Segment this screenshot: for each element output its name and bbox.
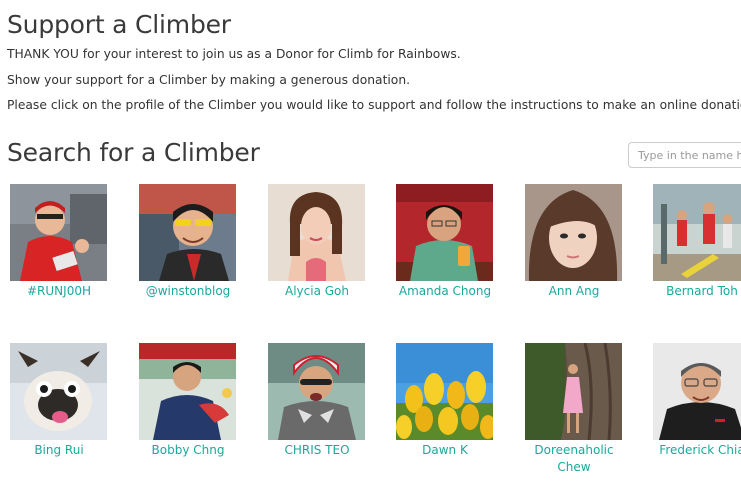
climber-name-link[interactable]: Doreenaholic Chew: [509, 442, 639, 476]
climber-card-dawn-k[interactable]: Dawn K: [396, 343, 493, 459]
climber-name-link[interactable]: Alycia Goh: [252, 283, 382, 300]
climber-photo[interactable]: [10, 184, 107, 281]
climber-card-alycia-goh[interactable]: Alycia Goh: [268, 184, 365, 300]
intro-instructions: Please click on the profile of the Climb…: [7, 98, 741, 112]
climber-card-bobby-chng[interactable]: Bobby Chng: [139, 343, 236, 459]
climber-card-frederick-chia[interactable]: Frederick Chia: [653, 343, 741, 459]
climber-photo[interactable]: [139, 184, 236, 281]
climber-name-link[interactable]: Ann Ang: [509, 283, 639, 300]
climber-photo[interactable]: [268, 343, 365, 440]
search-heading: Search for a Climber: [7, 138, 260, 167]
climber-name-link[interactable]: #RUNJ00H: [0, 283, 124, 300]
climber-card-runjooh[interactable]: #RUNJ00H: [10, 184, 107, 300]
climber-card-ann-ang[interactable]: Ann Ang: [525, 184, 622, 300]
climber-card-chris-teo[interactable]: CHRIS TEO: [268, 343, 365, 459]
intro-thank-you: THANK YOU for your interest to join us a…: [7, 47, 461, 61]
climber-photo[interactable]: [268, 184, 365, 281]
climber-photo[interactable]: [653, 184, 741, 281]
climber-photo[interactable]: [396, 184, 493, 281]
climber-name-link[interactable]: Dawn K: [380, 442, 510, 459]
climber-card-bing-rui[interactable]: Bing Rui: [10, 343, 107, 459]
climber-name-link[interactable]: Bing Rui: [0, 442, 124, 459]
climber-name-link[interactable]: CHRIS TEO: [252, 442, 382, 459]
climber-photo[interactable]: [396, 343, 493, 440]
climber-card-doreenaholic-chew[interactable]: Doreenaholic Chew: [525, 343, 622, 476]
climber-name-link[interactable]: @winstonblog: [123, 283, 253, 300]
climber-card-winstonblog[interactable]: @winstonblog: [139, 184, 236, 300]
intro-support: Show your support for a Climber by makin…: [7, 73, 411, 87]
climber-name-link[interactable]: Frederick Chia: [637, 442, 741, 459]
page-title: Support a Climber: [7, 10, 231, 39]
climber-name-link[interactable]: Amanda Chong: [380, 283, 510, 300]
climber-photo[interactable]: [139, 343, 236, 440]
climber-photo[interactable]: [525, 184, 622, 281]
climber-name-link[interactable]: Bobby Chng: [123, 442, 253, 459]
climber-card-bernard-toh[interactable]: Bernard Toh: [653, 184, 741, 300]
climber-photo[interactable]: [10, 343, 107, 440]
climber-name-link[interactable]: Bernard Toh: [637, 283, 741, 300]
climber-photo[interactable]: [525, 343, 622, 440]
climber-card-amanda-chong[interactable]: Amanda Chong: [396, 184, 493, 300]
climber-photo[interactable]: [653, 343, 741, 440]
climber-search-input[interactable]: [628, 142, 741, 168]
